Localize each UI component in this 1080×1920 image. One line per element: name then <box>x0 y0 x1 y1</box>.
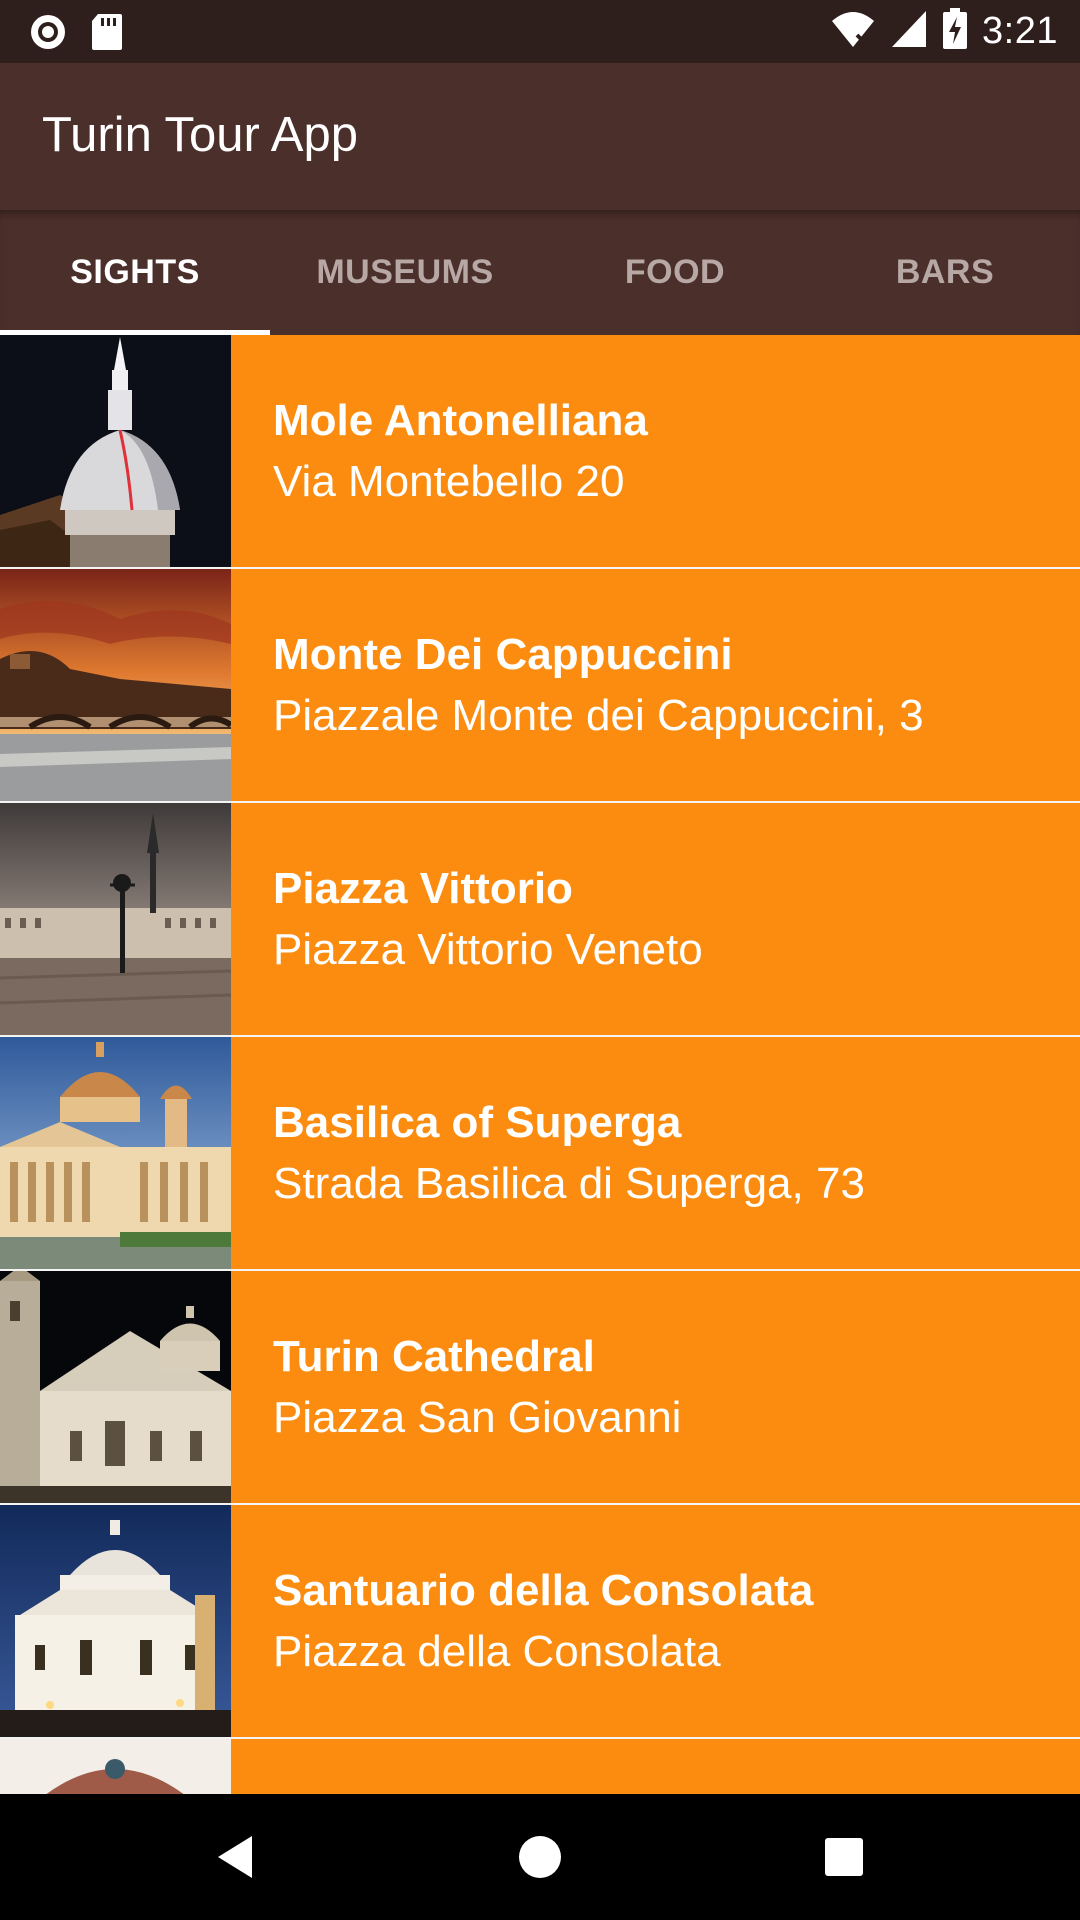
tab-food[interactable]: FOOD <box>540 210 810 335</box>
item-title: Monte Dei Cappuccini <box>273 630 733 679</box>
item-address: Piazza San Giovanni <box>273 1393 682 1442</box>
basilica-of-superga-photo <box>0 1037 231 1269</box>
list-item[interactable]: Santuario della Consolata Piazza della C… <box>0 1505 1080 1737</box>
turin-cathedral-photo <box>0 1271 231 1503</box>
mole-antonelliana-photo <box>0 335 231 567</box>
item-title: Santuario della Consolata <box>273 1566 814 1615</box>
list-item[interactable]: Basilica of Superga Strada Basilica di S… <box>0 1037 1080 1269</box>
record-icon <box>28 12 68 57</box>
sights-list[interactable]: Mole Antonelliana Via Montebello 20 Mont… <box>0 335 1080 1794</box>
item-address: Piazza della Consolata <box>273 1627 721 1676</box>
list-item[interactable]: Piazza Vittorio Piazza Vittorio Veneto <box>0 803 1080 1035</box>
app-title: Turin Tour App <box>42 108 358 162</box>
monte-dei-cappuccini-photo <box>0 569 231 801</box>
item-text: Basilica of Superga Strada Basilica di S… <box>231 1037 1080 1269</box>
status-time: 3:21 <box>982 10 1058 52</box>
partial-photo <box>0 1739 231 1794</box>
list-item[interactable]: Mole Antonelliana Via Montebello 20 <box>0 335 1080 567</box>
tab-label: BARS <box>895 253 995 291</box>
app-bar: Turin Tour App <box>0 63 1080 210</box>
list-item[interactable] <box>0 1739 1080 1794</box>
item-address: Strada Basilica di Superga, 73 <box>273 1159 865 1208</box>
item-address: Via Montebello 20 <box>273 457 625 506</box>
item-title: Turin Cathedral <box>273 1332 595 1381</box>
piazza-vittorio-photo <box>0 803 231 1035</box>
tab-label: SIGHTS <box>70 253 200 291</box>
tab-sights[interactable]: SIGHTS <box>0 210 270 335</box>
navigation-bar <box>0 1794 1080 1920</box>
item-text: Turin Cathedral Piazza San Giovanni <box>231 1271 1080 1503</box>
item-text: Piazza Vittorio Piazza Vittorio Veneto <box>231 803 1080 1035</box>
item-text: Mole Antonelliana Via Montebello 20 <box>231 335 1080 567</box>
list-item[interactable]: Turin Cathedral Piazza San Giovanni <box>0 1271 1080 1503</box>
status-bar: 3:21 <box>0 0 1080 63</box>
back-icon[interactable] <box>197 1819 273 1895</box>
item-title: Basilica of Superga <box>273 1098 682 1147</box>
home-icon[interactable] <box>502 1819 578 1895</box>
tab-bars[interactable]: BARS <box>810 210 1080 335</box>
item-text: Monte Dei Cappuccini Piazzale Monte dei … <box>231 569 1080 801</box>
item-text: Santuario della Consolata Piazza della C… <box>231 1505 1080 1737</box>
screen: 3:21 Turin Tour App SIGHTS MUSEUMS FOOD … <box>0 0 1080 1920</box>
tab-museums[interactable]: MUSEUMS <box>270 210 540 335</box>
item-address: Piazza Vittorio Veneto <box>273 925 703 974</box>
item-address: Piazzale Monte dei Cappuccini, 3 <box>273 691 924 740</box>
tab-label: FOOD <box>624 253 726 291</box>
signal-icon <box>890 9 928 54</box>
recents-icon[interactable] <box>806 1819 882 1895</box>
sd-card-icon <box>90 12 124 57</box>
wifi-icon <box>830 9 876 54</box>
tab-label: MUSEUMS <box>316 253 494 291</box>
tab-bar: SIGHTS MUSEUMS FOOD BARS <box>0 210 1080 335</box>
santuario-della-consolata-photo <box>0 1505 231 1737</box>
item-title: Piazza Vittorio <box>273 864 573 913</box>
battery-charging-icon <box>942 8 968 55</box>
list-item[interactable]: Monte Dei Cappuccini Piazzale Monte dei … <box>0 569 1080 801</box>
item-text <box>231 1739 1080 1794</box>
item-title: Mole Antonelliana <box>273 396 648 445</box>
